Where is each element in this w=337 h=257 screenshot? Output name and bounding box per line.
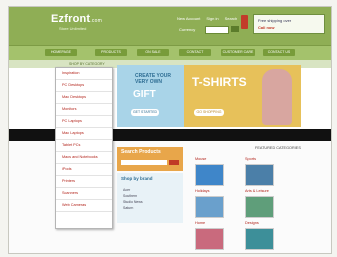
go-shopping-button[interactable]: GO SHOPPING (194, 109, 224, 116)
category-title[interactable]: Arts & Leisure (245, 189, 269, 193)
get-started-button[interactable]: GET STARTED (131, 109, 159, 116)
category-title[interactable]: Designs (245, 221, 259, 225)
category-image[interactable] (195, 196, 224, 218)
site-tagline: Store Unlimited (59, 26, 87, 31)
dropdown-item[interactable]: Monitors (56, 104, 112, 116)
category-title[interactable]: Holidays (195, 189, 210, 193)
dropdown-item[interactable]: Printers (56, 176, 112, 188)
sign-in-link[interactable]: Sign in (206, 16, 218, 21)
search-products-title: Search Products (121, 149, 161, 155)
search-input[interactable] (121, 160, 167, 165)
category-image[interactable] (195, 164, 224, 186)
screenshot-frame: Ezfront.com Store Unlimited New Account … (0, 0, 337, 257)
brand-link[interactable]: Southern (123, 194, 137, 198)
currency-select[interactable] (205, 26, 229, 34)
web-page: Ezfront.com Store Unlimited New Account … (8, 6, 332, 254)
dropdown-item[interactable]: Scanners (56, 188, 112, 200)
promo-phone: Call now (258, 25, 275, 30)
nav-contact[interactable]: CONTACT (179, 49, 211, 56)
currency-go-button[interactable] (231, 26, 239, 32)
nav-products[interactable]: PRODUCTS (95, 49, 127, 56)
dropdown-item[interactable]: Mac Laptops (56, 128, 112, 140)
dropdown-item[interactable]: Web Cameras (56, 200, 112, 212)
site-logo[interactable]: Ezfront.com (51, 13, 102, 25)
currency-label: Currency (179, 27, 196, 32)
shop-by-brand-title: Shop by brand (121, 176, 153, 181)
promo-box: Free shipping over Call now (253, 14, 325, 34)
dropdown-item[interactable]: Macs and Notebooks (56, 152, 112, 164)
dropdown-item[interactable]: Tablet PCs (56, 140, 112, 152)
category-image[interactable] (245, 196, 274, 218)
dropdown-item[interactable]: PC Laptops (56, 116, 112, 128)
model-image (262, 69, 292, 125)
account-links: New Account Sign in Search (177, 16, 237, 21)
site-header: Ezfront.com Store Unlimited New Account … (9, 7, 331, 45)
category-title[interactable]: Home (195, 221, 205, 225)
promo-banner: CREATE YOUR VERY OWN GIFT GET STARTED T-… (117, 65, 301, 127)
nav-contact-us[interactable]: CONTACT US (263, 49, 295, 56)
search-products-box: Search Products (117, 147, 183, 171)
category-image[interactable] (245, 164, 274, 186)
nav-on-sale[interactable]: ON SALE (137, 49, 169, 56)
nav-customer-care[interactable]: CUSTOMER CARE (221, 49, 255, 56)
main-nav: HOMEPAGE PRODUCTS ON SALE CONTACT CUSTOM… (9, 45, 331, 60)
gift-banner-headline: CREATE YOUR VERY OWN (135, 73, 171, 85)
tshirts-banner[interactable]: T-SHIRTS GO SHOPPING (184, 65, 301, 127)
search-link[interactable]: Search (225, 16, 238, 21)
category-image[interactable] (195, 228, 224, 250)
category-dropdown: Inspiration PC Desktops Mac Desktops Mon… (55, 67, 113, 229)
nav-homepage[interactable]: HOMEPAGE (45, 49, 77, 56)
dropdown-item[interactable]: iPods (56, 164, 112, 176)
featured-categories-title: FEATURED CATEGORIES (255, 146, 301, 150)
tshirts-title: T-SHIRTS (192, 75, 247, 89)
brand-link[interactable]: Saturn (123, 206, 133, 210)
category-title[interactable]: Mouse (195, 157, 206, 161)
category-title[interactable]: Sports (245, 157, 256, 161)
promo-line: Free shipping over (258, 18, 292, 23)
brand-link[interactable]: Acer (123, 188, 130, 192)
brand-link[interactable]: Studio News (123, 200, 143, 204)
cart-icon[interactable] (241, 15, 248, 29)
gift-banner[interactable]: CREATE YOUR VERY OWN GIFT GET STARTED (117, 65, 184, 127)
dropdown-item[interactable]: Mac Desktops (56, 92, 112, 104)
search-go-button[interactable] (169, 160, 179, 165)
category-image[interactable] (245, 228, 274, 250)
dropdown-item[interactable]: PC Desktops (56, 80, 112, 92)
dropdown-item[interactable]: Inspiration (56, 68, 112, 80)
new-account-link[interactable]: New Account (177, 16, 200, 21)
shop-by-brand-box: Shop by brand Acer Southern Studio News … (117, 173, 183, 223)
subbar-label: SHOP BY CATEGORY (69, 62, 105, 66)
gift-banner-title: GIFT (133, 89, 156, 100)
